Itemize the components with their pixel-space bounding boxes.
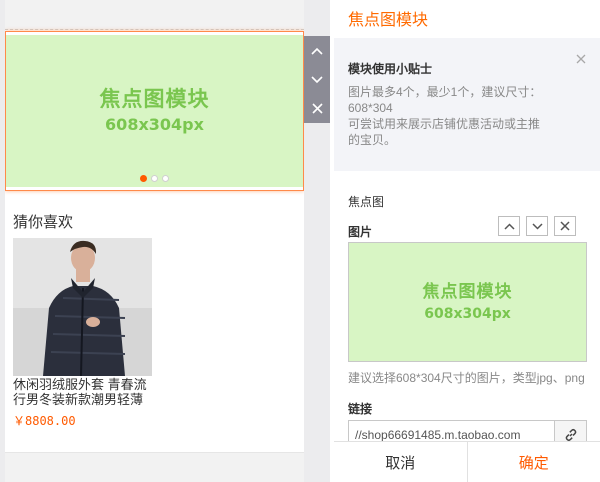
module-controls (304, 36, 330, 123)
slider-placeholder-image: 焦点图模块 608x304px (6, 35, 303, 187)
slider-module-selected[interactable]: 焦点图模块 608x304px (5, 31, 304, 191)
image-move-down-button[interactable] (526, 216, 548, 236)
close-icon (560, 221, 570, 231)
upload-placeholder-title: 焦点图模块 (422, 282, 513, 302)
chevron-up-icon (311, 47, 323, 55)
image-size-hint: 建议选择608*304尺寸的图片，类型jpg、png (348, 371, 585, 385)
tips-text: 图片最多4个，最少1个，建议尺寸：608*304 可尝试用来展示店铺优惠活动或主… (348, 85, 542, 147)
slider-dot[interactable] (162, 175, 169, 182)
image-field-label: 图片 (348, 225, 373, 239)
slider-placeholder-size: 608x304px (105, 115, 204, 134)
image-upload-area[interactable]: 焦点图模块 608x304px (348, 242, 587, 362)
product-card[interactable]: 休闲羽绒服外套 青春流行男冬装新款潮男轻薄 ￥8808.00 (13, 238, 153, 429)
product-image (13, 238, 152, 376)
tips-title: 模块使用小贴士 (348, 62, 433, 76)
section-label: 焦点图 (348, 195, 385, 209)
next-module-strip (5, 452, 304, 482)
guess-module-title: 猜你喜欢 (13, 214, 74, 231)
slider-dot[interactable] (140, 175, 147, 182)
product-name: 休闲羽绒服外套 青春流行男冬装新款潮男轻薄 (13, 377, 147, 407)
confirm-button[interactable]: 确定 (468, 442, 600, 482)
link-field-label: 链接 (348, 402, 373, 416)
image-move-up-button[interactable] (498, 216, 520, 236)
image-delete-button[interactable] (554, 216, 576, 236)
phone-top-bar (5, 0, 304, 30)
chevron-down-icon (311, 75, 323, 83)
image-item-controls (498, 216, 576, 236)
phone-canvas: 焦点图模块 608x304px 猜你喜欢 休闲羽绒服外套 青春流行男冬装新款潮男… (5, 0, 304, 482)
upload-placeholder-size: 608x304px (424, 306, 511, 322)
slider-placeholder-title: 焦点图模块 (99, 87, 210, 111)
slider-dot[interactable] (151, 175, 158, 182)
move-down-button[interactable] (304, 65, 330, 94)
slider-pagination (6, 175, 303, 182)
close-icon (311, 103, 323, 114)
settings-panel: 焦点图模块 模块使用小贴士 图片最多4个，最少1个，建议尺寸：608*304 可… (334, 0, 600, 482)
link-icon (565, 428, 576, 442)
footer-actions: 取消 确定 (334, 441, 600, 482)
tips-close-button[interactable] (574, 52, 588, 66)
chevron-up-icon (503, 222, 515, 230)
move-up-button[interactable] (304, 36, 330, 65)
tips-box: 模块使用小贴士 图片最多4个，最少1个，建议尺寸：608*304 可尝试用来展示… (334, 38, 600, 171)
settings-title: 焦点图模块 (348, 12, 429, 29)
close-icon (576, 54, 586, 64)
chevron-down-icon (531, 222, 543, 230)
guess-you-like-module[interactable]: 猜你喜欢 休闲羽绒服外套 青春流行男冬装新款潮男轻薄 ￥8808.00 (5, 203, 304, 443)
mobile-preview-pane: 焦点图模块 608x304px 猜你喜欢 休闲羽绒服外套 青春流行男冬装新款潮男… (0, 0, 330, 482)
product-price: ￥8808.00 (13, 414, 76, 428)
delete-module-button[interactable] (304, 94, 330, 123)
cancel-button[interactable]: 取消 (334, 442, 468, 482)
